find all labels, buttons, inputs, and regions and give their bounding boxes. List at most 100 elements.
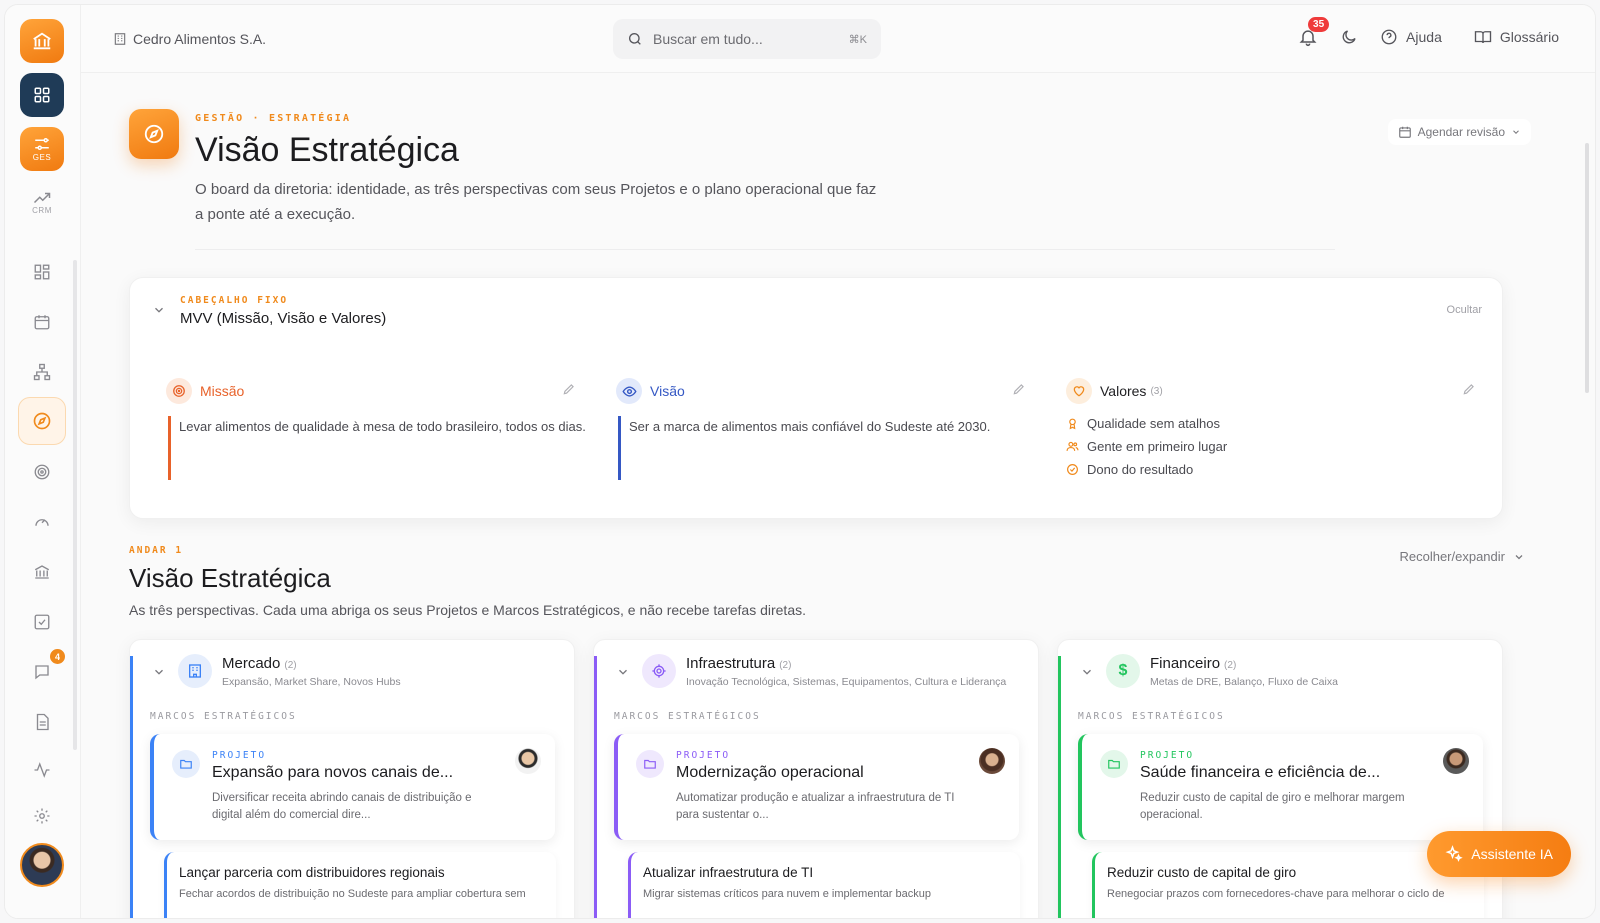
dark-mode-toggle[interactable] — [1340, 28, 1358, 46]
project-label: PROJETO — [676, 750, 731, 761]
marcos-label: MARCOS ESTRATÉGICOS — [150, 711, 297, 722]
collapse-expand-button[interactable]: Recolher/expandir — [1399, 549, 1525, 564]
schedule-review-dropdown[interactable]: Agendar revisão — [1387, 119, 1531, 145]
moon-icon — [1342, 30, 1356, 44]
org-chart-icon[interactable] — [25, 355, 59, 389]
perspective-subtitle: Metas de DRE, Balanço, Fluxo de Caixa — [1150, 676, 1338, 688]
page-icon — [129, 109, 179, 159]
marcos-label: MARCOS ESTRATÉGICOS — [614, 711, 761, 722]
valor-item: Qualidade sem atalhos — [1066, 412, 1486, 435]
user-avatar[interactable] — [20, 843, 64, 887]
owner-avatar[interactable] — [979, 748, 1005, 774]
project-label: PROJETO — [1140, 750, 1195, 761]
marco-card[interactable]: Atualizar infraestrutura de TI Migrar si… — [628, 852, 1020, 918]
hide-mvv-button[interactable]: Ocultar — [1447, 304, 1482, 316]
app-window: GES CRM 4 Cedro Alimentos S.A. Buscar em… — [4, 4, 1596, 919]
valor-label: Dono do resultado — [1087, 462, 1194, 477]
project-description: Reduzir custo de capital de giro e melho… — [1140, 792, 1405, 821]
dashboard-icon[interactable] — [25, 255, 59, 289]
chevron-down-icon[interactable] — [152, 665, 166, 679]
glossary-label: Glossário — [1499, 29, 1559, 45]
help-button[interactable]: Ajuda — [1380, 28, 1442, 46]
project-title: Expansão para novos canais de... — [212, 764, 454, 781]
target-icon — [166, 378, 192, 404]
messages-badge: 4 — [50, 649, 65, 664]
section-label: ANDAR 1 — [129, 545, 184, 556]
perspective-infraestrutura: Infraestrutura (2) Inovação Tecnológica, … — [593, 639, 1039, 918]
divider — [195, 249, 1335, 250]
owner-avatar[interactable] — [1443, 748, 1469, 774]
ai-assistant-label: Assistente IA — [1471, 846, 1553, 862]
check-circle-icon — [1067, 464, 1078, 475]
institution-icon[interactable] — [25, 555, 59, 589]
award-icon — [1069, 418, 1076, 430]
visao-title: Visão — [650, 383, 685, 399]
building-icon — [114, 33, 126, 45]
topbar: Cedro Alimentos S.A. Buscar em tudo... ⌘… — [81, 5, 1595, 73]
valor-label: Gente em primeiro lugar — [1087, 439, 1228, 454]
ges-module-button[interactable]: GES — [20, 127, 64, 171]
mvv-card: CABEÇALHO FIXO MVV (Missão, Visão e Valo… — [129, 277, 1503, 519]
bank-logo-button[interactable] — [20, 19, 64, 63]
apps-grid-button[interactable] — [20, 73, 64, 117]
marco-title: Reduzir custo de capital de giro — [1107, 865, 1297, 880]
strategy-nav-active[interactable] — [18, 397, 66, 445]
target-icon[interactable] — [25, 455, 59, 489]
valores-block: Valores (3) Qualidade sem atalhos Gente … — [1066, 378, 1486, 481]
compass-icon — [144, 124, 164, 144]
gauge-icon[interactable] — [25, 505, 59, 539]
schedule-label: Agendar revisão — [1417, 125, 1505, 139]
company-selector[interactable]: Cedro Alimentos S.A. — [113, 31, 266, 47]
activity-icon[interactable] — [25, 753, 59, 787]
edit-pencil-icon[interactable] — [1012, 382, 1026, 396]
chevron-down-icon[interactable] — [1080, 665, 1094, 679]
users-icon — [1066, 441, 1079, 451]
marco-card[interactable]: Reduzir custo de capital de giro Renegoc… — [1092, 852, 1484, 918]
marco-card[interactable]: Lançar parceria com distribuidores regio… — [164, 852, 556, 918]
chevron-down-icon[interactable] — [152, 303, 166, 317]
folder-icon — [636, 750, 664, 778]
folder-icon — [1100, 750, 1128, 778]
chevron-down-icon — [1515, 554, 1523, 559]
perspective-color-bar — [594, 656, 597, 918]
global-search[interactable]: Buscar em tudo... ⌘K — [613, 19, 881, 59]
main-scrollbar[interactable] — [1585, 143, 1589, 393]
ai-assistant-button[interactable]: Assistente IA — [1427, 831, 1571, 877]
perspective-title: Infraestrutura — [686, 655, 776, 672]
help-label: Ajuda — [1406, 29, 1442, 45]
checkbox-icon[interactable] — [25, 605, 59, 639]
notifications-badge: 35 — [1308, 17, 1330, 32]
notifications-button[interactable]: 35 — [1298, 17, 1330, 47]
bank-icon — [33, 32, 51, 50]
edit-pencil-icon[interactable] — [562, 382, 576, 396]
marco-title: Atualizar infraestrutura de TI — [643, 865, 814, 880]
ges-label: GES — [32, 153, 52, 162]
visao-block: Visão Ser a marca de alimentos mais conf… — [616, 378, 1036, 480]
marco-title: Lançar parceria com distribuidores regio… — [179, 865, 445, 880]
perspective-count: (2) — [779, 660, 792, 671]
sidebar: GES CRM 4 — [5, 5, 81, 918]
edit-pencil-icon[interactable] — [1462, 382, 1476, 396]
settings-gear-icon[interactable] — [25, 799, 59, 833]
glossary-button[interactable]: Glossário — [1474, 28, 1559, 46]
messages-icon[interactable]: 4 — [25, 649, 65, 689]
marcos-label: MARCOS ESTRATÉGICOS — [1078, 711, 1225, 722]
building-chart-icon — [178, 654, 212, 688]
grid-icon — [34, 87, 50, 103]
marco-description: Renegociar prazos com fornecedores-chave… — [1107, 888, 1445, 900]
perspective-count: (2) — [1224, 660, 1237, 671]
cog-icon — [642, 654, 676, 688]
project-card[interactable]: PROJETO Expansão para novos canais de...… — [150, 734, 555, 840]
project-card[interactable]: PROJETO Saúde financeira e eficiência de… — [1078, 734, 1483, 840]
owner-avatar[interactable] — [515, 748, 541, 774]
company-name: Cedro Alimentos S.A. — [133, 31, 267, 47]
project-card[interactable]: PROJETO Modernização operacional Automat… — [614, 734, 1019, 840]
search-placeholder: Buscar em tudo... — [653, 31, 763, 47]
document-icon[interactable] — [25, 705, 59, 739]
sidebar-scrollbar[interactable] — [73, 260, 77, 750]
crm-module-button[interactable]: CRM — [20, 181, 64, 225]
calendar-icon[interactable] — [25, 305, 59, 339]
chevron-down-icon[interactable] — [616, 665, 630, 679]
breadcrumb: GESTÃO · ESTRATÉGIA — [195, 113, 352, 124]
marco-description: Fechar acordos de distribuição no Sudest… — [179, 888, 526, 900]
